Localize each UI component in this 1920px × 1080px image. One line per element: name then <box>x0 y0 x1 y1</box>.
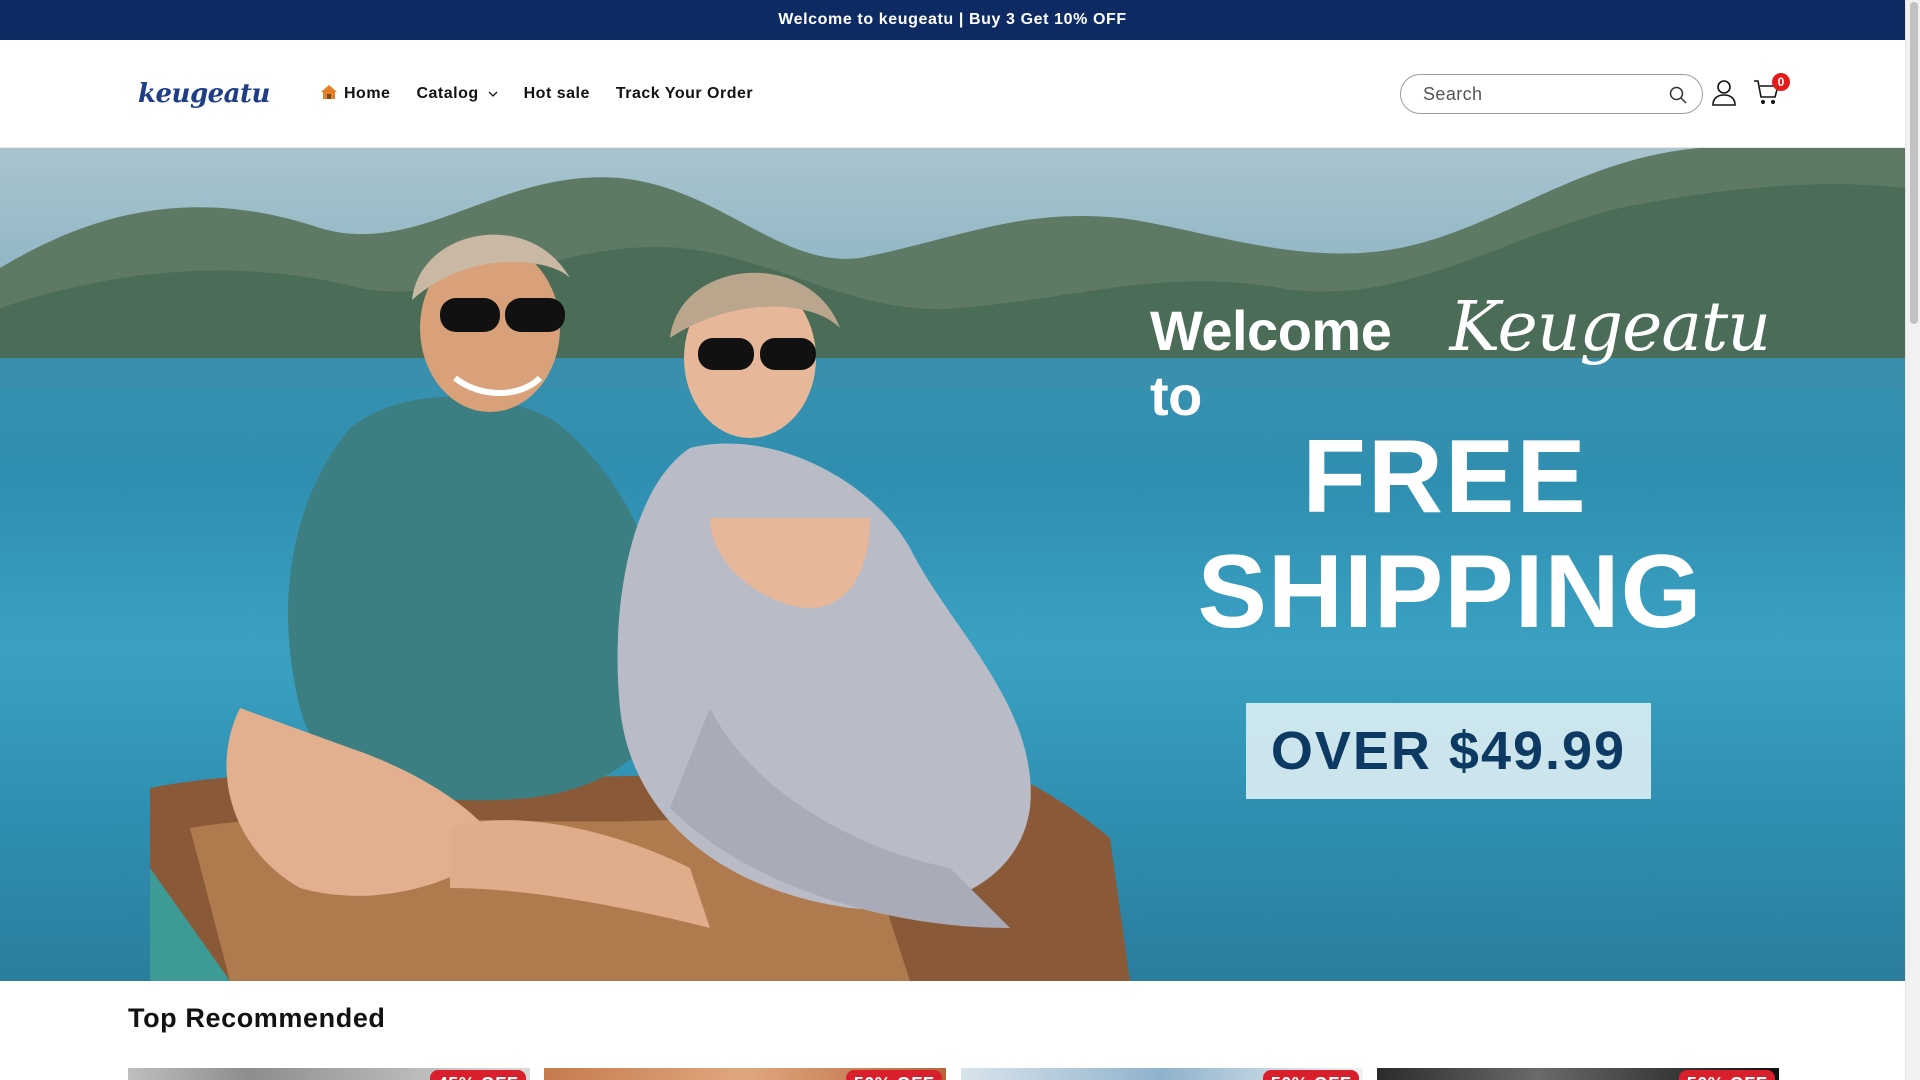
nav-item-home-label: Home <box>344 85 391 102</box>
search-input[interactable] <box>1423 83 1653 105</box>
hero-shipping-text: SHIPPING <box>1197 534 1703 650</box>
search-icon[interactable] <box>1668 85 1688 105</box>
announcement-text: Welcome to keugeatu | Buy 3 Get 10% OFF <box>778 11 1127 28</box>
page-scrollbar[interactable] <box>1905 0 1920 1080</box>
house-icon <box>320 84 338 105</box>
search-box <box>1400 74 1703 114</box>
discount-badge: 45% OFF <box>430 1070 526 1080</box>
nav-item-track-order-label: Track Your Order <box>615 85 754 102</box>
scrollbar-thumb[interactable] <box>1910 2 1918 324</box>
hero-offer-text: OVER $49.99 <box>1270 721 1627 781</box>
nav-item-hot-sale[interactable]: Hot sale <box>524 85 590 103</box>
logo-text: keugeatu <box>138 79 270 109</box>
nav-item-track-order[interactable]: Track Your Order <box>616 85 753 103</box>
product-card-row: 45% OFF 50% OFF 50% OFF 50% OFF <box>128 1068 1779 1080</box>
page: Welcome to keugeatu | Buy 3 Get 10% OFF … <box>0 0 1920 1080</box>
product-card[interactable]: 50% OFF <box>1377 1068 1779 1080</box>
nav-item-hot-sale-label: Hot sale <box>523 85 590 102</box>
section-title: Top Recommended <box>128 1003 386 1033</box>
product-card[interactable]: 50% OFF <box>544 1068 946 1080</box>
hero-welcome-heading: Welcome to Keugeatu <box>1150 288 1771 427</box>
hero-banner[interactable]: Welcome to Keugeatu FREE SHIPPING OVER $… <box>0 148 1905 981</box>
main-nav: Home Catalog Hot sale Track Your Order <box>320 80 779 108</box>
site-logo[interactable]: keugeatu <box>138 74 270 114</box>
chevron-down-icon <box>488 91 498 97</box>
hero-welcome-brand: Keugeatu <box>1449 288 1771 367</box>
account-icon[interactable] <box>1711 78 1737 106</box>
product-card[interactable]: 50% OFF <box>961 1068 1363 1080</box>
nav-item-home[interactable]: Home <box>320 84 390 105</box>
product-card[interactable]: 45% OFF <box>128 1068 530 1080</box>
hero-models-image <box>150 234 1130 981</box>
site-header: keugeatu Home Catalog Hot sale Track You… <box>0 40 1905 148</box>
nav-item-catalog-label: Catalog <box>416 85 479 102</box>
announcement-bar: Welcome to keugeatu | Buy 3 Get 10% OFF <box>0 0 1905 40</box>
cart-count-badge: 0 <box>1772 73 1790 91</box>
nav-item-catalog[interactable]: Catalog <box>416 85 498 103</box>
hero-free-text: FREE <box>1302 419 1588 535</box>
hero-offer-box: OVER $49.99 <box>1246 703 1651 799</box>
discount-badge: 50% OFF <box>1263 1070 1359 1080</box>
discount-badge: 50% OFF <box>1679 1070 1775 1080</box>
hero-welcome-prefix: Welcome to <box>1150 299 1392 427</box>
discount-badge: 50% OFF <box>846 1070 942 1080</box>
